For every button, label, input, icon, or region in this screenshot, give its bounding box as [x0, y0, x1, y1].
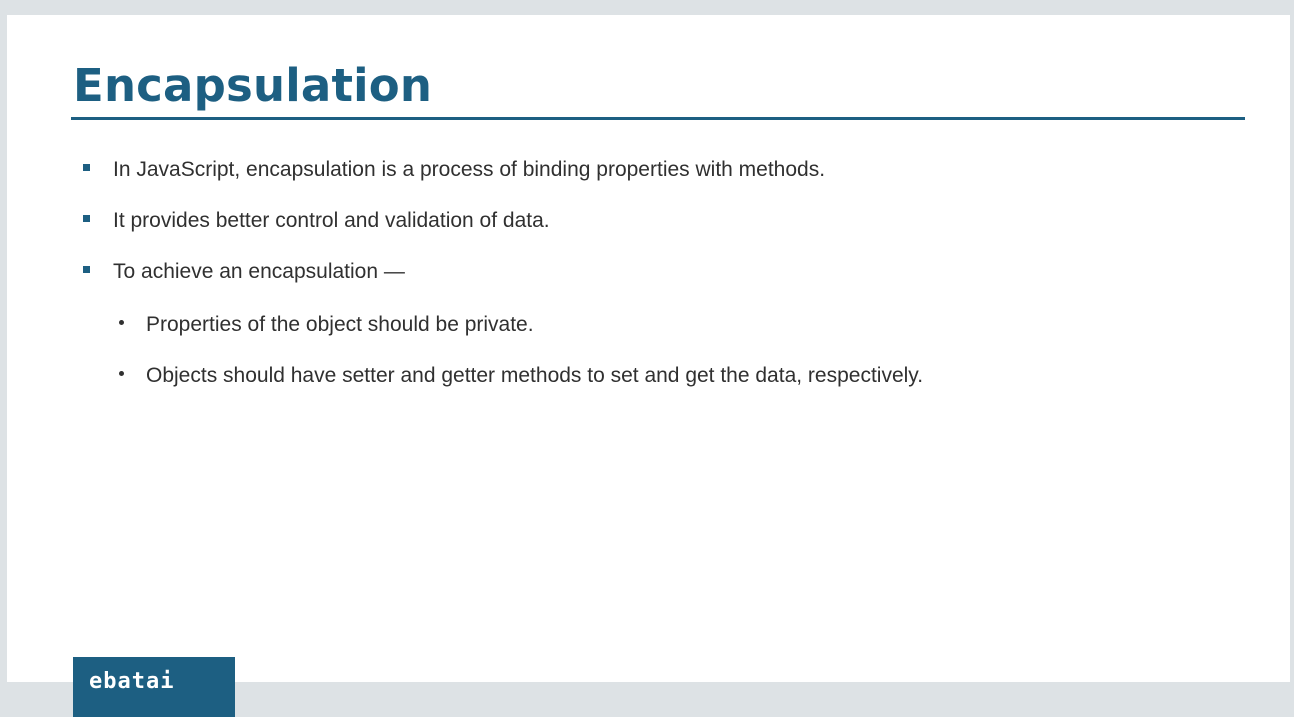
- round-bullet-icon: [119, 320, 124, 325]
- bullet-item: It provides better control and validatio…: [83, 209, 550, 232]
- bullet-item: In JavaScript, encapsulation is a proces…: [83, 158, 826, 181]
- sub-bullet-item: Properties of the object should be priva…: [119, 313, 534, 336]
- bullet-text: Properties of the object should be priva…: [146, 313, 534, 336]
- bullet-text: It provides better control and validatio…: [113, 209, 550, 232]
- bullet-text: Objects should have setter and getter me…: [146, 364, 924, 387]
- bullet-item: To achieve an encapsulation —: [83, 260, 405, 283]
- bullet-text: To achieve an encapsulation —: [113, 260, 405, 283]
- square-bullet-icon: [83, 215, 90, 222]
- brand-logo: ebatai: [73, 657, 235, 717]
- round-bullet-icon: [119, 371, 124, 376]
- sub-bullet-item: Objects should have setter and getter me…: [119, 364, 924, 387]
- square-bullet-icon: [83, 164, 90, 171]
- slide-title: Encapsulation: [73, 59, 433, 112]
- brand-logo-text: ebatai: [89, 669, 175, 694]
- title-underline: [71, 117, 1245, 120]
- bullet-text: In JavaScript, encapsulation is a proces…: [113, 158, 826, 181]
- square-bullet-icon: [83, 266, 90, 273]
- slide: Encapsulation In JavaScript, encapsulati…: [7, 15, 1290, 682]
